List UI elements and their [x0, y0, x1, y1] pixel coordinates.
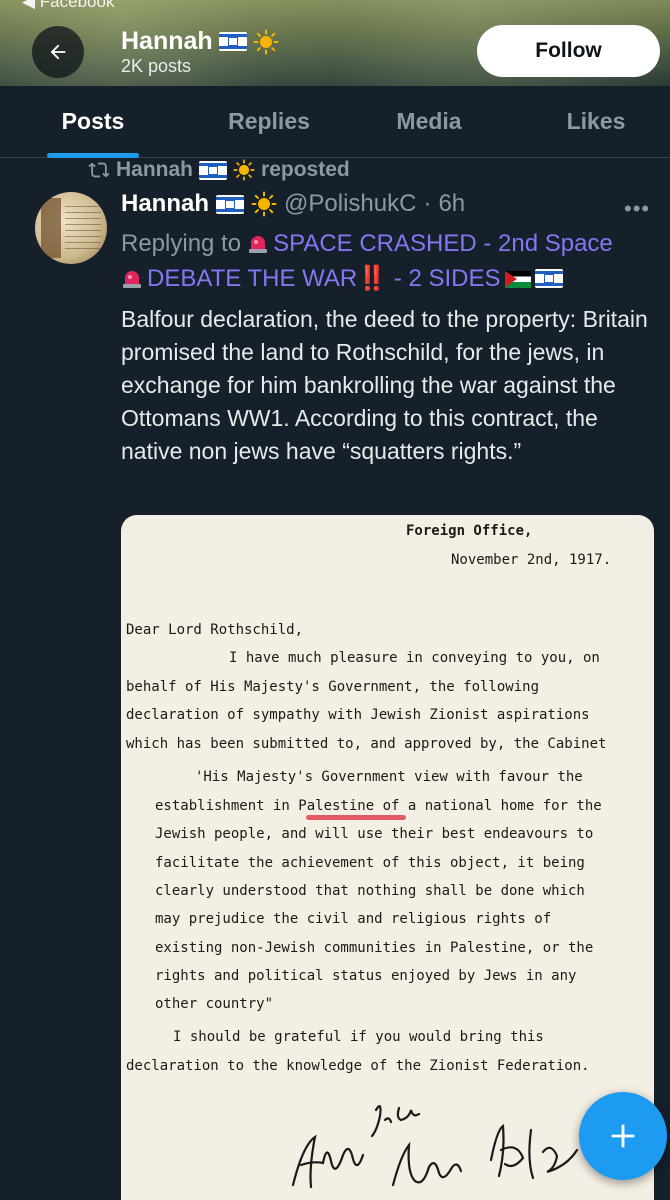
- avatar[interactable]: [35, 192, 107, 264]
- tab-likes[interactable]: Likes: [567, 108, 626, 135]
- doc-quote-line: may prejudice the civil and religious ri…: [155, 911, 552, 927]
- sun-icon: [253, 29, 279, 54]
- red-highlight-mark: [306, 815, 406, 820]
- back-to-app-link[interactable]: ◀ Facebook: [22, 0, 114, 12]
- profile-tabs: Posts Replies Media Likes: [0, 86, 670, 158]
- replying-prefix: Replying to: [121, 230, 242, 257]
- repost-indicator: Hannah reposted: [88, 158, 350, 182]
- doc-header-line1: Foreign Office,: [406, 523, 533, 539]
- post-image-document[interactable]: Foreign Office, November 2nd, 1917. Dear…: [121, 515, 654, 1200]
- repost-name[interactable]: Hannah: [116, 158, 193, 182]
- repost-icon: [88, 162, 110, 178]
- israel-flag-icon: [216, 194, 245, 214]
- arrow-left-icon: [50, 44, 66, 60]
- doc-salutation: Dear Lord Rothschild,: [126, 622, 304, 638]
- doc-quote-line: existing non-Jewish communities in Pales…: [155, 940, 594, 956]
- reply-target-part3[interactable]: - 2 SIDES: [394, 265, 501, 292]
- doc-p1-line: I have much pleasure in conveying to you…: [229, 650, 600, 666]
- post-count: 2K posts: [121, 56, 192, 76]
- double-exclamation-icon: ‼️: [357, 265, 388, 292]
- doc-quote-line: rights and political status enjoyed by J…: [155, 968, 577, 984]
- doc-quote-line: clearly understood that nothing shall be…: [155, 883, 585, 899]
- profile-header: ◀ Facebook Hannah 2K posts Follow: [0, 0, 670, 86]
- doc-quote-line: Jewish people, and will use their best e…: [155, 826, 594, 842]
- palestine-flag-icon: [504, 271, 531, 288]
- doc-quote-line: establishment in Palestine of a national…: [155, 798, 602, 814]
- profile-name: Hannah: [121, 27, 279, 56]
- doc-closing-line: I should be grateful if you would bring …: [173, 1029, 544, 1045]
- sun-icon: [251, 191, 277, 217]
- back-button[interactable]: [32, 26, 84, 78]
- israel-flag-icon: [218, 32, 247, 51]
- plus-icon: [611, 1124, 635, 1148]
- siren-icon: [249, 236, 268, 253]
- doc-p1-line: which has been submitted to, and approve…: [126, 736, 607, 752]
- doc-quote-line: facilitate the achievement of this objec…: [155, 855, 585, 871]
- doc-closing-line: declaration to the knowledge of the Zion…: [126, 1058, 590, 1074]
- doc-header-line2: November 2nd, 1917.: [451, 552, 612, 568]
- dot-separator: ·: [423, 190, 432, 217]
- post-body: Balfour declaration, the deed to the pro…: [121, 306, 648, 464]
- post-time: 6h: [438, 190, 466, 217]
- compose-button[interactable]: [579, 1092, 667, 1180]
- author-handle[interactable]: @PolishukC: [284, 190, 416, 218]
- tab-media[interactable]: Media: [396, 108, 461, 135]
- siren-icon: [123, 271, 141, 288]
- repost-suffix: reposted: [261, 158, 350, 181]
- handwritten-signature: [291, 1105, 579, 1189]
- doc-quote-line: 'His Majesty's Government view with favo…: [195, 769, 583, 785]
- israel-flag-icon: [534, 269, 563, 288]
- profile-name-text: Hannah: [121, 27, 213, 55]
- doc-p1-line: declaration of sympathy with Jewish Zion…: [126, 707, 590, 723]
- doc-quote-line: other country": [155, 996, 274, 1012]
- replying-to: Replying to SPACE CRASHED - 2nd Space DEBA…: [121, 226, 656, 296]
- follow-button[interactable]: Follow: [477, 25, 660, 77]
- tab-replies[interactable]: Replies: [228, 108, 310, 135]
- reply-target-part1[interactable]: SPACE CRASHED - 2nd Space: [273, 230, 613, 257]
- author-name[interactable]: Hannah: [121, 190, 209, 218]
- tab-posts[interactable]: Posts: [62, 108, 125, 135]
- sun-icon: [233, 159, 255, 181]
- post-author-line: Hannah @PolishukC · 6h: [121, 190, 465, 218]
- doc-p1-line: behalf of His Majesty's Government, the …: [126, 679, 540, 695]
- reply-target-part2[interactable]: DEBATE THE WAR: [147, 265, 357, 292]
- israel-flag-icon: [199, 160, 228, 180]
- more-horizontal-icon[interactable]: •••: [624, 196, 650, 222]
